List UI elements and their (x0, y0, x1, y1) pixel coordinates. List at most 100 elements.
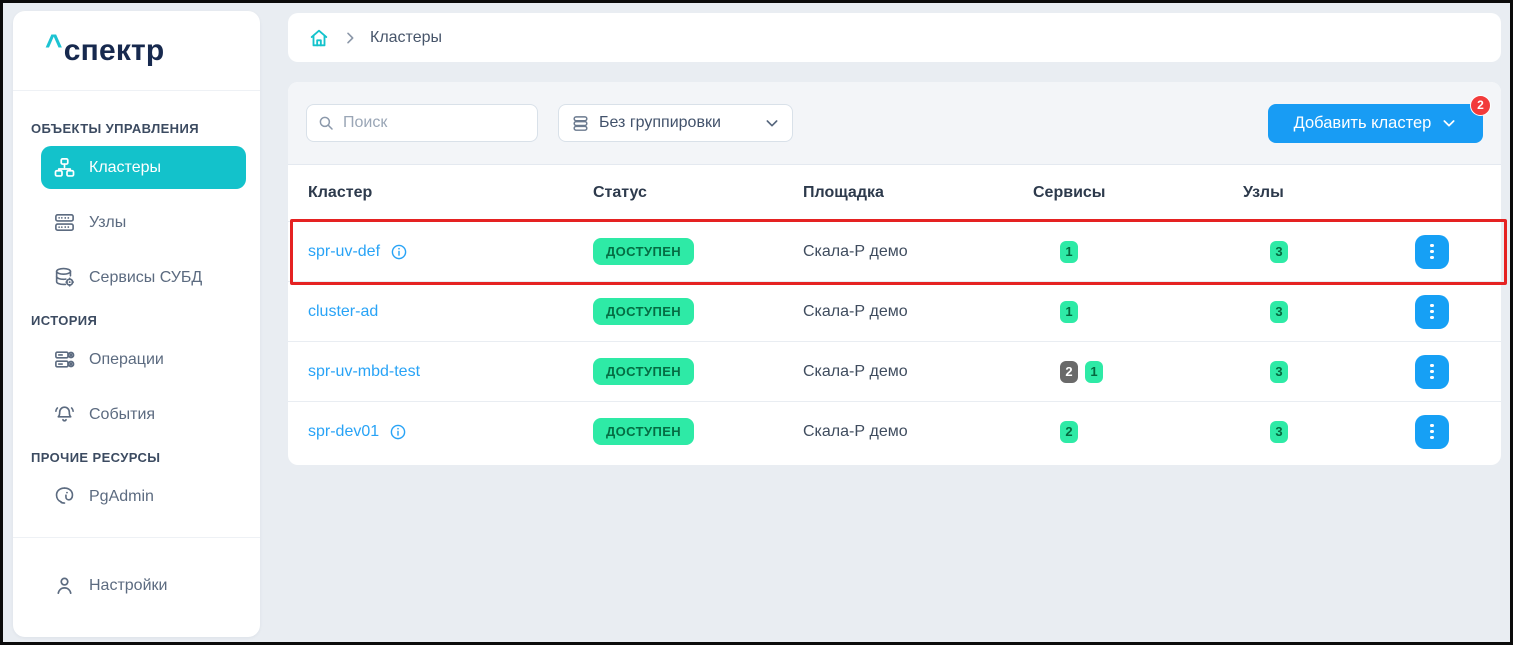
column-header-services: Сервисы (1033, 184, 1243, 202)
sidebar: ^спектр ОБЪЕКТЫ УПРАВЛЕНИЯ Кластеры Узлы Се… (13, 11, 260, 637)
app-window: ^спектр ОБЪЕКТЫ УПРАВЛЕНИЯКластерыУзлыСе… (0, 0, 1513, 645)
operations-icon (53, 348, 76, 371)
home-icon[interactable] (308, 27, 330, 49)
actions-cell (1363, 235, 1501, 269)
clusters-panel: Без группировки Добавить кластер 2 Класт… (288, 82, 1501, 465)
db-services-icon (53, 266, 76, 289)
pgadmin-icon (53, 485, 76, 508)
table-row: spr-uv-def ДОСТУПЕН Скала-Р демо 1 3 (288, 221, 1501, 281)
user-icon (53, 574, 76, 597)
status-badge: ДОСТУПЕН (593, 298, 694, 325)
sidebar-section-list: PgAdmin (13, 475, 260, 518)
row-menu-button[interactable] (1415, 355, 1449, 389)
chevron-down-icon (764, 115, 780, 131)
column-header-status: Статус (593, 184, 803, 202)
table-body: spr-uv-defДОСТУПЕНСкала-Р демо13cluster-… (288, 221, 1501, 461)
clusters-toolbar: Без группировки Добавить кластер 2 (288, 82, 1501, 165)
row-menu-button[interactable] (1415, 235, 1449, 269)
info-icon[interactable] (389, 423, 407, 441)
sidebar-item-label: События (89, 406, 155, 424)
sidebar-item-settings[interactable]: Настройки (41, 564, 246, 607)
site-cell: Скала-Р демо (803, 303, 1033, 321)
column-header-cluster: Кластер (308, 184, 593, 202)
search-box (306, 104, 538, 142)
cluster-link[interactable]: spr-uv-def (308, 243, 380, 261)
actions-cell (1363, 415, 1501, 449)
row-menu-button[interactable] (1415, 295, 1449, 329)
services-cell: 1 (1033, 301, 1243, 323)
sidebar-item-label: Сервисы СУБД (89, 269, 202, 287)
status-cell: ДОСТУПЕН (593, 238, 803, 265)
table-row: spr-uv-mbd-testДОСТУПЕНСкала-Р демо213 (288, 341, 1501, 401)
group-by-icon (571, 114, 590, 133)
status-badge: ДОСТУПЕН (593, 418, 694, 445)
nodes-cell: 3 (1243, 241, 1363, 263)
sidebar-item-label: Настройки (89, 577, 167, 595)
sidebar-section-label: ИСТОРИЯ (31, 313, 246, 328)
services-cell: 21 (1033, 361, 1243, 383)
events-icon (53, 403, 76, 426)
node-count-badge: 3 (1270, 301, 1288, 323)
services-cell: 1 (1033, 241, 1243, 263)
cluster-link[interactable]: cluster-ad (308, 303, 378, 321)
site-cell: Скала-Р демо (803, 243, 1033, 261)
notification-badge: 2 (1470, 95, 1491, 116)
column-header-site: Площадка (803, 184, 1033, 202)
add-cluster-label: Добавить кластер (1294, 114, 1432, 133)
sidebar-footer: Настройки (13, 537, 260, 637)
sidebar-item-label: Операции (89, 351, 164, 369)
cluster-link[interactable]: spr-dev01 (308, 423, 379, 441)
table-row: cluster-ad ДОСТУПЕН Скала-Р демо 1 3 (288, 281, 1501, 341)
status-cell: ДОСТУПЕН (593, 358, 803, 385)
service-count-badge: 1 (1060, 241, 1078, 263)
status-badge: ДОСТУПЕН (593, 238, 694, 265)
cluster-link[interactable]: spr-uv-mbd-test (308, 363, 420, 381)
row-menu-button[interactable] (1415, 415, 1449, 449)
search-input[interactable] (343, 114, 527, 132)
logo-text: спектр (64, 34, 165, 68)
status-cell: ДОСТУПЕН (593, 418, 803, 445)
service-count-badge: 1 (1060, 301, 1078, 323)
table-row: spr-dev01 ДОСТУПЕН Скала-Р демо2 3 (288, 401, 1501, 461)
nodes-cell: 3 (1243, 421, 1363, 443)
services-cell: 2 (1033, 421, 1243, 443)
sidebar-item-operations[interactable]: Операции (41, 338, 246, 381)
grouping-value: Без группировки (599, 114, 755, 132)
node-count-badge: 3 (1270, 421, 1288, 443)
add-cluster-button[interactable]: Добавить кластер 2 (1268, 104, 1483, 143)
logo-caret-icon: ^ (45, 29, 63, 63)
sidebar-item-nodes[interactable]: Узлы (41, 201, 246, 244)
sidebar-item-db-services[interactable]: Сервисы СУБД (41, 256, 246, 299)
cluster-name-cell: spr-uv-def (308, 243, 593, 261)
cluster-name-cell: spr-dev01 (308, 423, 593, 441)
grouping-select[interactable]: Без группировки (558, 104, 793, 142)
sidebar-nav: ОБЪЕКТЫ УПРАВЛЕНИЯ Кластеры Узлы Сервисы СУ… (13, 91, 260, 518)
site-cell: Скала-Р демо (803, 363, 1033, 381)
chevron-down-icon (1441, 115, 1457, 131)
status-cell: ДОСТУПЕН (593, 298, 803, 325)
sidebar-section-list: Операции События (13, 338, 260, 436)
app-logo: ^спектр (13, 11, 260, 91)
sidebar-item-clusters[interactable]: Кластеры (41, 146, 246, 189)
clusters-icon (53, 156, 76, 179)
sidebar-item-events[interactable]: События (41, 393, 246, 436)
site-cell: Скала-Р демо (803, 423, 1033, 441)
info-icon[interactable] (390, 243, 408, 261)
service-count-badge: 1 (1085, 361, 1103, 383)
sidebar-section-label: ОБЪЕКТЫ УПРАВЛЕНИЯ (31, 121, 246, 136)
sidebar-item-pgadmin[interactable]: PgAdmin (41, 475, 246, 518)
column-header-nodes: Узлы (1243, 184, 1363, 202)
nodes-cell: 3 (1243, 301, 1363, 323)
actions-cell (1363, 295, 1501, 329)
sidebar-section-list: Кластеры Узлы Сервисы СУБД (13, 146, 260, 299)
sidebar-item-label: Узлы (89, 214, 126, 232)
nodes-cell: 3 (1243, 361, 1363, 383)
breadcrumb: Кластеры (288, 13, 1501, 62)
node-count-badge: 3 (1270, 361, 1288, 383)
sidebar-item-label: Кластеры (89, 159, 161, 177)
sidebar-section-label: ПРОЧИЕ РЕСУРСЫ (31, 450, 246, 465)
sidebar-item-label: PgAdmin (89, 488, 154, 506)
breadcrumb-current: Кластеры (370, 29, 442, 47)
service-count-badge: 2 (1060, 361, 1078, 383)
nodes-icon (53, 211, 76, 234)
